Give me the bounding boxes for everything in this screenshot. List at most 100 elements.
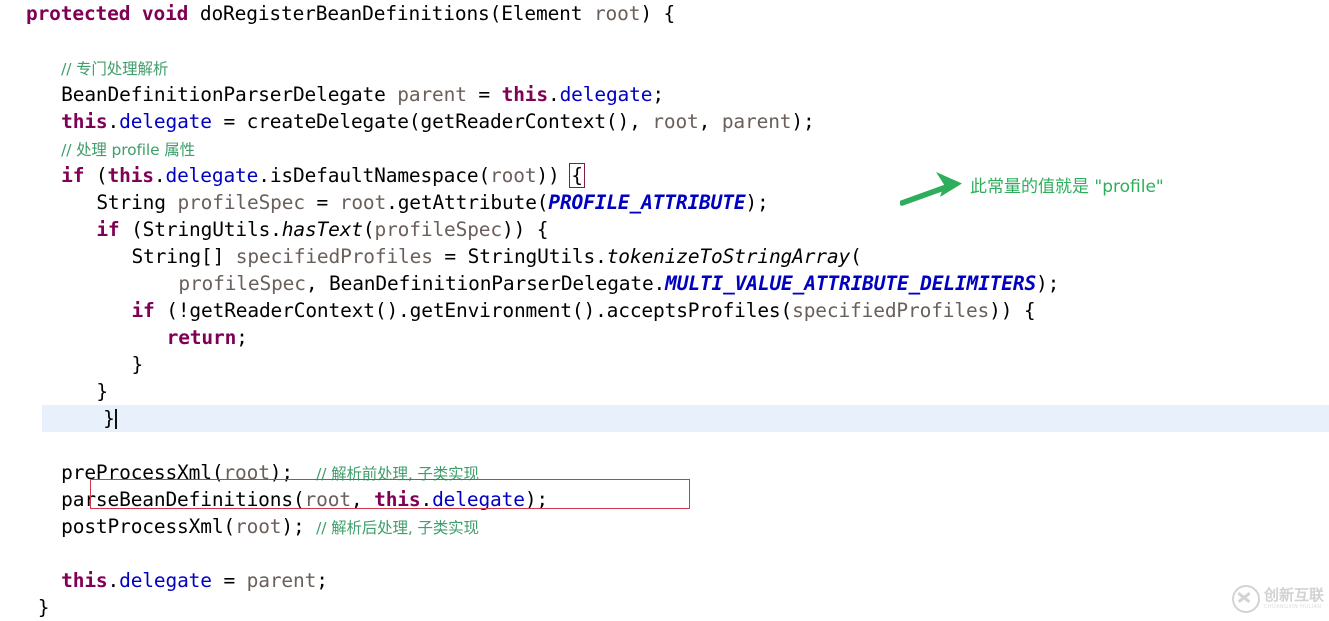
code-token-var: profileSpec (177, 191, 305, 214)
code-line-content: } (26, 596, 50, 619)
code-token-sfld: MULTI_VALUE_ATTRIBUTE_DELIMITERS (665, 272, 1037, 295)
code-line[interactable]: this.delegate = createDelegate(getReader… (0, 108, 1329, 135)
code-token-plain: ); (524, 488, 548, 511)
code-token-kw: this (501, 83, 549, 106)
code-line[interactable]: // 专门处理解析 (0, 54, 1329, 81)
code-line-content: return; (26, 326, 248, 349)
watermark-cn-label: 创新互联 (1264, 586, 1325, 604)
code-line[interactable]: profileSpec, BeanDefinitionParserDelegat… (0, 270, 1329, 297)
watermark: 创新互联 CHUANGXIN HULIAN (1232, 585, 1324, 613)
code-token-plain: String[] (131, 245, 225, 268)
code-token-var: parent (246, 569, 317, 592)
circled-x-logo-icon (1232, 585, 1260, 613)
code-line[interactable] (0, 27, 1329, 54)
code-token-plain: = createDelegate(getReaderContext(), (211, 110, 653, 133)
code-token-plain: . (107, 569, 120, 592)
code-token-cmt-cn: // 专门处理解析 (61, 60, 169, 78)
code-token-plain: , BeanDefinitionParserDelegate. (305, 272, 666, 295)
code-line-content: String[] specifiedProfiles = StringUtils… (26, 245, 862, 268)
code-token-kw: this (61, 110, 108, 133)
code-token-fld: delegate (559, 83, 653, 106)
code-line[interactable]: if (!getReaderContext().getEnvironment()… (0, 297, 1329, 324)
code-token-plain: ( (84, 164, 108, 187)
code-token-plain: parseBeanDefinitions( (61, 488, 305, 511)
code-token-fld: delegate (432, 488, 525, 511)
code-line[interactable] (0, 432, 1329, 459)
code-line[interactable] (0, 540, 1329, 567)
code-line[interactable]: String[] specifiedProfiles = StringUtils… (0, 243, 1329, 270)
code-token-var: specifiedProfiles (792, 299, 990, 322)
code-token-plain: .getAttribute( (386, 191, 549, 214)
code-line-content: if (StringUtils.hasText(profileSpec)) { (26, 218, 548, 241)
code-token-plain: ( (489, 2, 502, 25)
code-line-content: parseBeanDefinitions(root, this.delegate… (26, 488, 548, 511)
code-token-plain: (StringUtils. (119, 218, 282, 241)
code-line-content: this.delegate = parent; (26, 569, 328, 592)
code-line[interactable]: preProcessXml(root); // 解析前处理, 子类实现 (0, 459, 1329, 486)
code-token-fld: delegate (119, 569, 212, 592)
code-token-plain: = (466, 83, 502, 106)
annotation-text: 此常量的值就是 "profile" (970, 177, 1164, 197)
code-token-plain: = (211, 569, 247, 592)
code-line-content: postProcessXml(root); // 解析后处理, 子类实现 (26, 515, 479, 538)
code-line-content: } (26, 380, 108, 403)
code-token-plain: postProcessXml( (61, 515, 236, 538)
code-token-plain: ); (281, 515, 305, 538)
code-line[interactable]: if (StringUtils.hasText(profileSpec)) { (0, 216, 1329, 243)
text-caret (114, 409, 117, 429)
code-line-content: profileSpec, BeanDefinitionParserDelegat… (26, 272, 1059, 295)
code-token-var: parent (721, 110, 792, 133)
code-token-var: root (339, 191, 387, 214)
code-line[interactable]: // 处理 profile 属性 (0, 135, 1329, 162)
code-token-plain: BeanDefinitionParserDelegate (61, 83, 386, 106)
code-editor[interactable]: protected void doRegisterBeanDefinitions… (0, 0, 1329, 620)
code-token-plain: ); (269, 461, 293, 484)
code-token-kw: void (141, 2, 189, 25)
code-token-plain: )) { (989, 299, 1036, 322)
code-token-plain: . (107, 110, 120, 133)
code-line[interactable]: return; (0, 324, 1329, 351)
code-line[interactable]: } (0, 594, 1329, 621)
code-token-var: profileSpec (374, 218, 503, 241)
code-token-cmt-cn: // 处理 profile 属性 (61, 141, 195, 159)
code-line[interactable]: this.delegate = parent; (0, 567, 1329, 594)
code-token-kw: if (96, 218, 120, 241)
code-line[interactable]: protected void doRegisterBeanDefinitions… (0, 0, 1329, 27)
code-token-kw: this (61, 569, 108, 592)
code-token-cmt-cn: // 解析后处理, 子类实现 (316, 519, 479, 537)
code-line[interactable]: postProcessXml(root); // 解析后处理, 子类实现 (0, 513, 1329, 540)
code-token-sfld: PROFILE_ATTRIBUTE (548, 191, 746, 214)
code-line[interactable]: BeanDefinitionParserDelegate parent = th… (0, 81, 1329, 108)
code-token-plain: doRegisterBeanDefinitions (199, 2, 490, 25)
code-token-kw: this (107, 164, 155, 187)
code-line-content: this.delegate = createDelegate(getReader… (26, 110, 815, 133)
code-token-var: root (223, 461, 270, 484)
code-token-plain: ( (850, 245, 862, 268)
code-token-plain: ); (745, 191, 769, 214)
code-token-param: root (593, 2, 641, 25)
code-token-plain: preProcessXml( (61, 461, 224, 484)
code-line[interactable]: } (0, 378, 1329, 405)
code-token-cmt-cn: // 解析前处理, 子类实现 (316, 465, 479, 483)
code-token-plain: Element (501, 2, 583, 25)
code-token-kw: return (166, 326, 237, 349)
code-token-plain: } (37, 596, 50, 619)
code-line[interactable]: parseBeanDefinitions(root, this.delegate… (0, 486, 1329, 513)
code-token-plain: ; (316, 569, 328, 592)
code-token-plain: ); (1036, 272, 1060, 295)
code-token-plain: ( (362, 218, 375, 241)
code-token-plain: (!getReaderContext().getEnvironment().ac… (154, 299, 793, 322)
code-token-plain: ); (791, 110, 815, 133)
code-line[interactable]: } (0, 351, 1329, 378)
code-token-plain: , (698, 110, 722, 133)
code-token-plain: } (131, 353, 144, 376)
code-line[interactable]: } (42, 405, 1329, 432)
code-token-var: root (304, 488, 352, 511)
code-token-fld: delegate (165, 164, 259, 187)
